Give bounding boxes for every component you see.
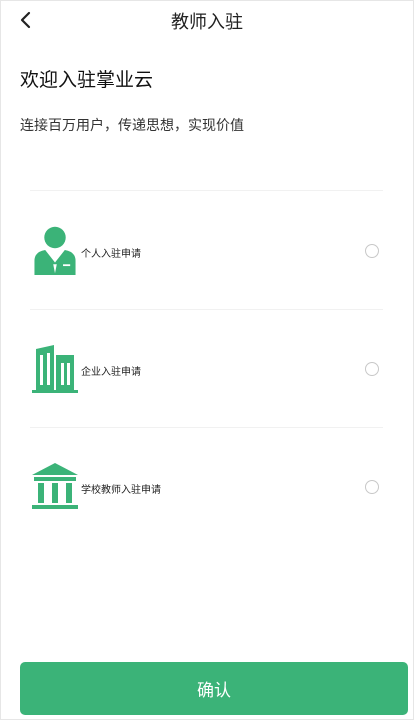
divider	[30, 427, 383, 428]
welcome-subtitle: 连接百万用户，传递思想，实现价值	[20, 118, 244, 134]
radio-button[interactable]	[365, 480, 379, 494]
option-label: 企业入驻申请	[81, 367, 141, 378]
option-school-teacher[interactable]: 学校教师入驻申请	[0, 435, 414, 535]
option-label: 学校教师入驻申请	[81, 485, 161, 496]
option-personal[interactable]: 个人入驻申请	[0, 195, 414, 295]
confirm-button[interactable]: 确认	[20, 662, 408, 715]
option-enterprise[interactable]: 企业入驻申请	[0, 315, 414, 415]
radio-button[interactable]	[365, 244, 379, 258]
divider	[30, 309, 383, 310]
divider	[30, 190, 383, 191]
option-label: 个人入驻申请	[81, 249, 141, 260]
building-icon	[32, 345, 78, 393]
top-bar: 教师入驻	[0, 0, 414, 40]
page-header-title: 教师入驻	[171, 12, 243, 33]
person-icon	[34, 226, 76, 275]
radio-button[interactable]	[365, 362, 379, 376]
welcome-title: 欢迎入驻掌业云	[20, 69, 154, 91]
school-icon	[32, 463, 78, 509]
